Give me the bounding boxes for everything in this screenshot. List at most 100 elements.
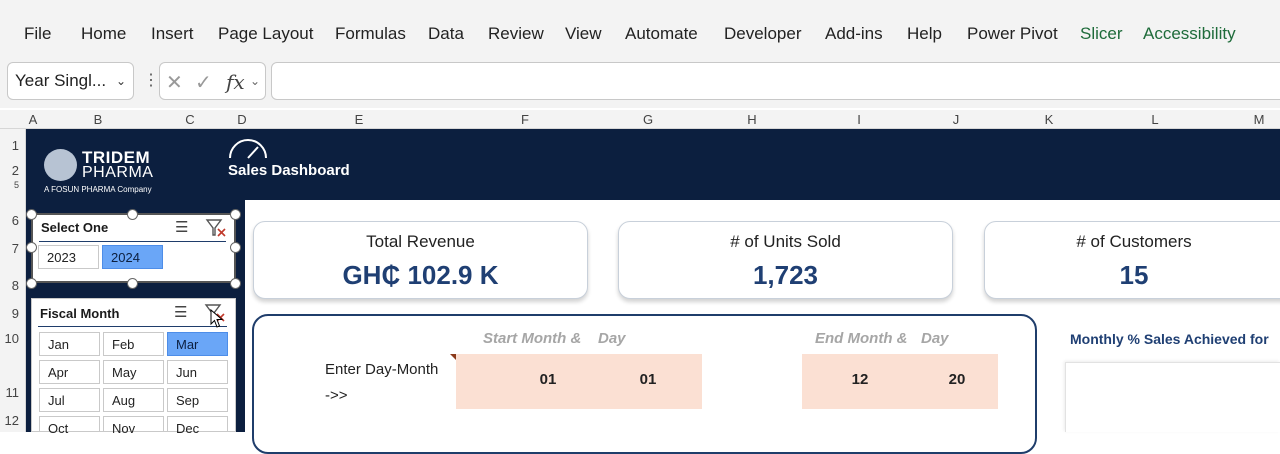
tab-insert[interactable]: Insert xyxy=(151,24,194,44)
enter-line1: Enter Day-Month xyxy=(325,361,439,378)
slicer-divider xyxy=(39,241,226,242)
row-header[interactable]: 8 xyxy=(12,278,19,293)
column-header[interactable]: B xyxy=(94,112,103,127)
start-month-value[interactable]: 01 xyxy=(540,371,557,388)
month-feb-button[interactable]: Feb xyxy=(103,332,164,356)
row-header[interactable]: 12 xyxy=(5,413,19,428)
month-jan-button[interactable]: Jan xyxy=(39,332,100,356)
multi-select-icon[interactable]: ☰ xyxy=(175,218,188,236)
column-header[interactable]: I xyxy=(857,112,861,127)
row-header[interactable]: 11 xyxy=(6,385,20,400)
tab-home[interactable]: Home xyxy=(81,24,126,44)
row-header[interactable]: 5 xyxy=(14,180,19,190)
month-nov-button[interactable]: Nov xyxy=(103,416,164,436)
tab-automate[interactable]: Automate xyxy=(625,24,698,44)
column-header[interactable]: L xyxy=(1151,112,1158,127)
resize-handle[interactable] xyxy=(26,242,37,253)
monthly-chart-title: Monthly % Sales Achieved for xyxy=(1070,331,1269,347)
kpi-label: Total Revenue xyxy=(366,232,475,251)
dashboard-title: Sales Dashboard xyxy=(228,162,350,179)
month-dec-button[interactable]: Dec xyxy=(167,416,228,436)
dashboard-header xyxy=(26,129,1280,200)
month-jun-button[interactable]: Jun xyxy=(167,360,228,384)
tab-page-layout[interactable]: Page Layout xyxy=(218,24,313,44)
more-options-icon[interactable]: ⋮ xyxy=(143,70,159,90)
month-jul-button[interactable]: Jul xyxy=(39,388,100,412)
year-2023-button[interactable]: 2023 xyxy=(38,245,99,269)
column-header[interactable]: C xyxy=(185,112,194,127)
resize-handle[interactable] xyxy=(127,278,138,289)
tab-formulas[interactable]: Formulas xyxy=(335,24,406,44)
month-mar-button[interactable]: Mar xyxy=(167,332,228,356)
monthly-chart-panel[interactable] xyxy=(1065,362,1280,432)
name-box-value: Year Singl... xyxy=(15,71,107,90)
enter-line2: ->> xyxy=(325,387,348,404)
enter-check-icon[interactable]: ✓ xyxy=(195,70,212,95)
tab-file[interactable]: File xyxy=(24,24,51,44)
chevron-down-icon[interactable]: ⌄ xyxy=(250,74,260,88)
formula-input[interactable] xyxy=(271,62,1280,100)
column-header[interactable]: K xyxy=(1045,112,1054,127)
formula-tools: ✕ ✓ fx ⌄ xyxy=(159,62,266,100)
resize-handle[interactable] xyxy=(127,209,138,220)
month-apr-button[interactable]: Apr xyxy=(39,360,100,384)
column-header[interactable]: J xyxy=(953,112,960,127)
resize-handle[interactable] xyxy=(26,278,37,289)
end-day-value[interactable]: 20 xyxy=(949,371,966,388)
month-oct-button[interactable]: Oct xyxy=(39,416,100,436)
tab-review[interactable]: Review xyxy=(488,24,544,44)
end-month-label: End Month & xyxy=(815,330,908,347)
speedometer-icon xyxy=(229,139,267,159)
tab-accessibility[interactable]: Accessibility xyxy=(1143,24,1236,44)
year-2024-button[interactable]: 2024 xyxy=(102,245,163,269)
resize-handle[interactable] xyxy=(230,278,241,289)
row-header[interactable]: 9 xyxy=(12,306,19,321)
row-header[interactable]: 2 xyxy=(12,163,19,178)
start-date-input[interactable]: 01 01 xyxy=(450,354,702,409)
slicer-title: Select One xyxy=(41,220,109,235)
chevron-down-icon[interactable]: ⌄ xyxy=(116,74,126,88)
resize-handle[interactable] xyxy=(26,209,37,220)
column-header[interactable]: A xyxy=(29,112,38,127)
column-header[interactable]: F xyxy=(521,112,529,127)
tab-add-ins[interactable]: Add-ins xyxy=(825,24,883,44)
resize-handle[interactable] xyxy=(230,242,241,253)
tab-view[interactable]: View xyxy=(565,24,602,44)
month-sep-button[interactable]: Sep xyxy=(167,388,228,412)
column-header[interactable]: M xyxy=(1254,112,1265,127)
column-header[interactable]: E xyxy=(355,112,364,127)
logo-line2: PHARMA xyxy=(82,164,154,181)
enter-day-month-label: Enter Day-Month ->> xyxy=(325,357,438,409)
end-month-value[interactable]: 12 xyxy=(852,371,869,388)
month-aug-button[interactable]: Aug xyxy=(103,388,164,412)
row-header[interactable]: 10 xyxy=(5,331,19,346)
start-day-value[interactable]: 01 xyxy=(640,371,657,388)
end-day-label: Day xyxy=(921,330,949,347)
kpi-label: # of Customers xyxy=(1076,232,1192,251)
kpi-customers: # of Customers 15 xyxy=(984,221,1280,299)
tab-developer[interactable]: Developer xyxy=(724,24,802,44)
end-date-input[interactable]: 12 20 xyxy=(802,354,998,409)
company-logo: TRIDEM PHARMA A FOSUN PHARMA Company xyxy=(44,147,164,197)
month-may-button[interactable]: May xyxy=(103,360,164,384)
cancel-icon[interactable]: ✕ xyxy=(166,70,183,95)
column-header[interactable]: D xyxy=(237,112,246,127)
multi-select-icon[interactable]: ☰ xyxy=(174,303,187,321)
clear-filter-icon[interactable] xyxy=(205,218,227,238)
tab-power-pivot[interactable]: Power Pivot xyxy=(967,24,1058,44)
name-box[interactable]: Year Singl... ⌄ xyxy=(7,62,134,100)
logo-tagline: A FOSUN PHARMA Company xyxy=(44,185,152,194)
row-header[interactable]: 6 xyxy=(12,213,19,228)
column-header[interactable]: H xyxy=(747,112,756,127)
row-header[interactable]: 1 xyxy=(12,138,19,153)
column-header[interactable]: G xyxy=(643,112,653,127)
tab-data[interactable]: Data xyxy=(428,24,464,44)
kpi-value: GH₵ 102.9 K xyxy=(342,260,499,290)
comment-indicator-icon xyxy=(450,354,456,360)
row-header[interactable]: 7 xyxy=(12,241,19,256)
resize-handle[interactable] xyxy=(230,209,241,220)
mouse-cursor-icon xyxy=(210,309,224,328)
insert-function-icon[interactable]: fx xyxy=(226,70,245,94)
tab-slicer[interactable]: Slicer xyxy=(1080,24,1123,44)
tab-help[interactable]: Help xyxy=(907,24,942,44)
